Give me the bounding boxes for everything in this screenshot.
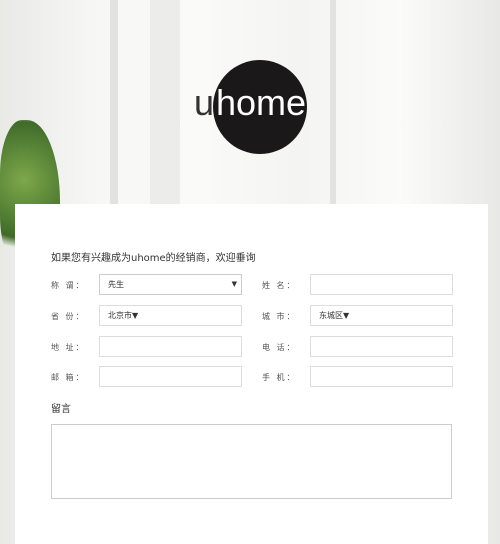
salutation-select[interactable]: 先生 ▼ [99,274,242,295]
uhome-logo: u home [194,60,307,155]
name-input[interactable] [310,274,453,295]
dealer-form: 如果您有兴趣成为uhome的经销商，欢迎垂询 称 谓： 先生 ▼ 姓 名： 省 份… [15,204,488,544]
logo-home: home [216,82,307,123]
phone-label: 电 话： [262,343,297,352]
salutation-value: 先生 [108,280,124,289]
logo-u: u [194,82,215,123]
form-title: 如果您有兴趣成为uhome的经销商，欢迎垂询 [51,253,256,264]
city-select[interactable]: 东城区▼ [310,305,453,326]
message-label: 留言 [51,404,71,415]
email-input[interactable] [99,366,242,387]
message-textarea[interactable] [51,424,452,499]
city-value: 东城区 [319,311,343,320]
mobile-input[interactable] [310,366,453,387]
province-label: 省 份： [51,312,86,321]
mobile-label: 手 机： [262,373,297,382]
province-value: 北京市 [108,311,132,320]
city-label: 城 市： [262,312,297,321]
address-label: 地 址： [51,343,86,352]
window-frame [110,0,118,220]
name-label: 姓 名： [262,281,297,290]
window-frame [150,0,180,220]
address-input[interactable] [99,336,242,357]
chevron-down-icon: ▼ [231,280,237,288]
province-select[interactable]: 北京市▼ [99,305,242,326]
phone-input[interactable] [310,336,453,357]
email-label: 邮 箱： [51,373,86,382]
chevron-down-icon: ▼ [132,311,139,320]
chevron-down-icon: ▼ [343,311,350,320]
salutation-label: 称 谓： [51,281,86,290]
window-frame [330,0,336,220]
